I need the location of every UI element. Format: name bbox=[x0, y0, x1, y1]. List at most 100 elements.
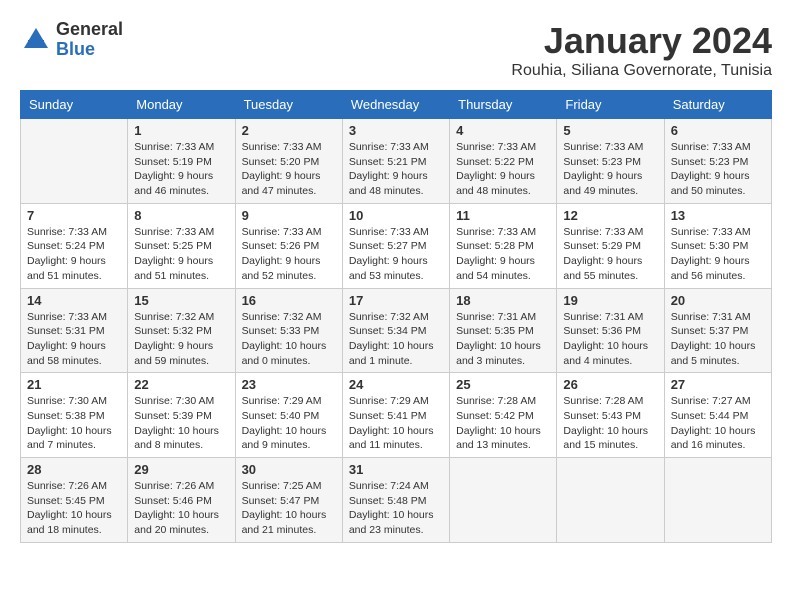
day-number: 10 bbox=[349, 208, 443, 223]
table-row: 29 Sunrise: 7:26 AMSunset: 5:46 PMDayligh… bbox=[128, 458, 235, 543]
day-info: Sunrise: 7:33 AMSunset: 5:22 PMDaylight:… bbox=[456, 140, 550, 199]
day-info: Sunrise: 7:32 AMSunset: 5:32 PMDaylight:… bbox=[134, 310, 228, 369]
day-number: 8 bbox=[134, 208, 228, 223]
day-info: Sunrise: 7:32 AMSunset: 5:33 PMDaylight:… bbox=[242, 310, 336, 369]
day-number: 13 bbox=[671, 208, 765, 223]
table-row: 25Sunrise: 7:28 AMSunset: 5:42 PMDayligh… bbox=[450, 373, 557, 458]
day-number: 26 bbox=[563, 377, 657, 392]
logo-text: General Blue bbox=[56, 20, 123, 60]
table-row: 31 Sunrise: 7:24 AMSunset: 5:48 PMDayligh… bbox=[342, 458, 449, 543]
logo-general-text: General bbox=[56, 20, 123, 40]
calendar-week-row: 1Sunrise: 7:33 AMSunset: 5:19 PMDaylight… bbox=[21, 119, 772, 204]
day-number: 17 bbox=[349, 293, 443, 308]
day-info: Sunrise: 7:33 AMSunset: 5:27 PMDaylight:… bbox=[349, 225, 443, 284]
table-row: 19 Sunrise: 7:31 AMSunset: 5:36 PMDayligh… bbox=[557, 288, 664, 373]
month-year-title: January 2024 bbox=[511, 20, 772, 62]
table-row: 9 Sunrise: 7:33 AMSunset: 5:26 PMDaylight… bbox=[235, 203, 342, 288]
day-info: Sunrise: 7:26 AMSunset: 5:46 PMDaylight:… bbox=[134, 479, 228, 538]
day-info: Sunrise: 7:33 AMSunset: 5:23 PMDaylight:… bbox=[671, 140, 765, 199]
table-row: 23 Sunrise: 7:29 AMSunset: 5:40 PMDayligh… bbox=[235, 373, 342, 458]
table-row: 13 Sunrise: 7:33 AMSunset: 5:30 PMDayligh… bbox=[664, 203, 771, 288]
day-number: 5 bbox=[563, 123, 657, 138]
day-info: Sunrise: 7:33 AMSunset: 5:24 PMDaylight:… bbox=[27, 225, 121, 284]
day-number: 27 bbox=[671, 377, 765, 392]
day-number: 15 bbox=[134, 293, 228, 308]
day-number: 20 bbox=[671, 293, 765, 308]
day-number: 23 bbox=[242, 377, 336, 392]
day-info: Sunrise: 7:31 AMSunset: 5:37 PMDaylight:… bbox=[671, 310, 765, 369]
day-info: Sunrise: 7:29 AMSunset: 5:41 PMDaylight:… bbox=[349, 394, 443, 453]
day-info: Sunrise: 7:30 AMSunset: 5:38 PMDaylight:… bbox=[27, 394, 121, 453]
header-wednesday: Wednesday bbox=[342, 91, 449, 119]
day-info: Sunrise: 7:31 AMSunset: 5:36 PMDaylight:… bbox=[563, 310, 657, 369]
table-row: 24 Sunrise: 7:29 AMSunset: 5:41 PMDayligh… bbox=[342, 373, 449, 458]
header-tuesday: Tuesday bbox=[235, 91, 342, 119]
table-row: 16 Sunrise: 7:32 AMSunset: 5:33 PMDayligh… bbox=[235, 288, 342, 373]
header-thursday: Thursday bbox=[450, 91, 557, 119]
calendar-week-row: 14 Sunrise: 7:33 AMSunset: 5:31 PMDayligh… bbox=[21, 288, 772, 373]
day-info: Sunrise: 7:31 AMSunset: 5:35 PMDaylight:… bbox=[456, 310, 550, 369]
day-info: Sunrise: 7:33 AMSunset: 5:21 PMDaylight:… bbox=[349, 140, 443, 199]
table-row: 17Sunrise: 7:32 AMSunset: 5:34 PMDayligh… bbox=[342, 288, 449, 373]
table-row: 20 Sunrise: 7:31 AMSunset: 5:37 PMDayligh… bbox=[664, 288, 771, 373]
day-info: Sunrise: 7:33 AMSunset: 5:31 PMDaylight:… bbox=[27, 310, 121, 369]
table-row: 14 Sunrise: 7:33 AMSunset: 5:31 PMDayligh… bbox=[21, 288, 128, 373]
table-row: 22Sunrise: 7:30 AMSunset: 5:39 PMDayligh… bbox=[128, 373, 235, 458]
day-info: Sunrise: 7:26 AMSunset: 5:45 PMDaylight:… bbox=[27, 479, 121, 538]
table-row bbox=[450, 458, 557, 543]
calendar-header-row: Sunday Monday Tuesday Wednesday Thursday… bbox=[21, 91, 772, 119]
day-number: 30 bbox=[242, 462, 336, 477]
table-row bbox=[664, 458, 771, 543]
table-row: 15 Sunrise: 7:32 AMSunset: 5:32 PMDayligh… bbox=[128, 288, 235, 373]
table-row: 12Sunrise: 7:33 AMSunset: 5:29 PMDayligh… bbox=[557, 203, 664, 288]
day-number: 1 bbox=[134, 123, 228, 138]
logo: General Blue bbox=[20, 20, 123, 60]
table-row: 4Sunrise: 7:33 AMSunset: 5:22 PMDaylight… bbox=[450, 119, 557, 204]
day-number: 18 bbox=[456, 293, 550, 308]
day-number: 25 bbox=[456, 377, 550, 392]
table-row: 28 Sunrise: 7:26 AMSunset: 5:45 PMDayligh… bbox=[21, 458, 128, 543]
table-row: 1Sunrise: 7:33 AMSunset: 5:19 PMDaylight… bbox=[128, 119, 235, 204]
logo-icon bbox=[20, 24, 52, 56]
day-number: 14 bbox=[27, 293, 121, 308]
location-subtitle: Rouhia, Siliana Governorate, Tunisia bbox=[511, 62, 772, 80]
day-info: Sunrise: 7:33 AMSunset: 5:30 PMDaylight:… bbox=[671, 225, 765, 284]
header: General Blue January 2024 Rouhia, Silian… bbox=[20, 20, 772, 80]
logo-blue-text: Blue bbox=[56, 40, 123, 60]
header-sunday: Sunday bbox=[21, 91, 128, 119]
day-info: Sunrise: 7:33 AMSunset: 5:23 PMDaylight:… bbox=[563, 140, 657, 199]
day-number: 28 bbox=[27, 462, 121, 477]
day-number: 29 bbox=[134, 462, 228, 477]
table-row: 3 Sunrise: 7:33 AMSunset: 5:21 PMDaylight… bbox=[342, 119, 449, 204]
day-number: 12 bbox=[563, 208, 657, 223]
title-section: January 2024 Rouhia, Siliana Governorate… bbox=[511, 20, 772, 80]
calendar-week-row: 7 Sunrise: 7:33 AMSunset: 5:24 PMDaylight… bbox=[21, 203, 772, 288]
day-info: Sunrise: 7:33 AMSunset: 5:26 PMDaylight:… bbox=[242, 225, 336, 284]
day-number: 21 bbox=[27, 377, 121, 392]
day-info: Sunrise: 7:33 AMSunset: 5:25 PMDaylight:… bbox=[134, 225, 228, 284]
day-number: 3 bbox=[349, 123, 443, 138]
day-number: 9 bbox=[242, 208, 336, 223]
table-row: 2 Sunrise: 7:33 AMSunset: 5:20 PMDaylight… bbox=[235, 119, 342, 204]
calendar-week-row: 28 Sunrise: 7:26 AMSunset: 5:45 PMDayligh… bbox=[21, 458, 772, 543]
header-monday: Monday bbox=[128, 91, 235, 119]
day-number: 2 bbox=[242, 123, 336, 138]
day-info: Sunrise: 7:27 AMSunset: 5:44 PMDaylight:… bbox=[671, 394, 765, 453]
day-info: Sunrise: 7:29 AMSunset: 5:40 PMDaylight:… bbox=[242, 394, 336, 453]
day-number: 24 bbox=[349, 377, 443, 392]
calendar-table: Sunday Monday Tuesday Wednesday Thursday… bbox=[20, 90, 772, 543]
day-number: 16 bbox=[242, 293, 336, 308]
day-number: 7 bbox=[27, 208, 121, 223]
day-info: Sunrise: 7:30 AMSunset: 5:39 PMDaylight:… bbox=[134, 394, 228, 453]
day-number: 19 bbox=[563, 293, 657, 308]
table-row: 5 Sunrise: 7:33 AMSunset: 5:23 PMDaylight… bbox=[557, 119, 664, 204]
table-row bbox=[21, 119, 128, 204]
table-row: 11Sunrise: 7:33 AMSunset: 5:28 PMDayligh… bbox=[450, 203, 557, 288]
day-info: Sunrise: 7:24 AMSunset: 5:48 PMDaylight:… bbox=[349, 479, 443, 538]
day-number: 11 bbox=[456, 208, 550, 223]
day-number: 31 bbox=[349, 462, 443, 477]
table-row: 6Sunrise: 7:33 AMSunset: 5:23 PMDaylight… bbox=[664, 119, 771, 204]
day-info: Sunrise: 7:33 AMSunset: 5:20 PMDaylight:… bbox=[242, 140, 336, 199]
table-row: 7 Sunrise: 7:33 AMSunset: 5:24 PMDaylight… bbox=[21, 203, 128, 288]
table-row bbox=[557, 458, 664, 543]
